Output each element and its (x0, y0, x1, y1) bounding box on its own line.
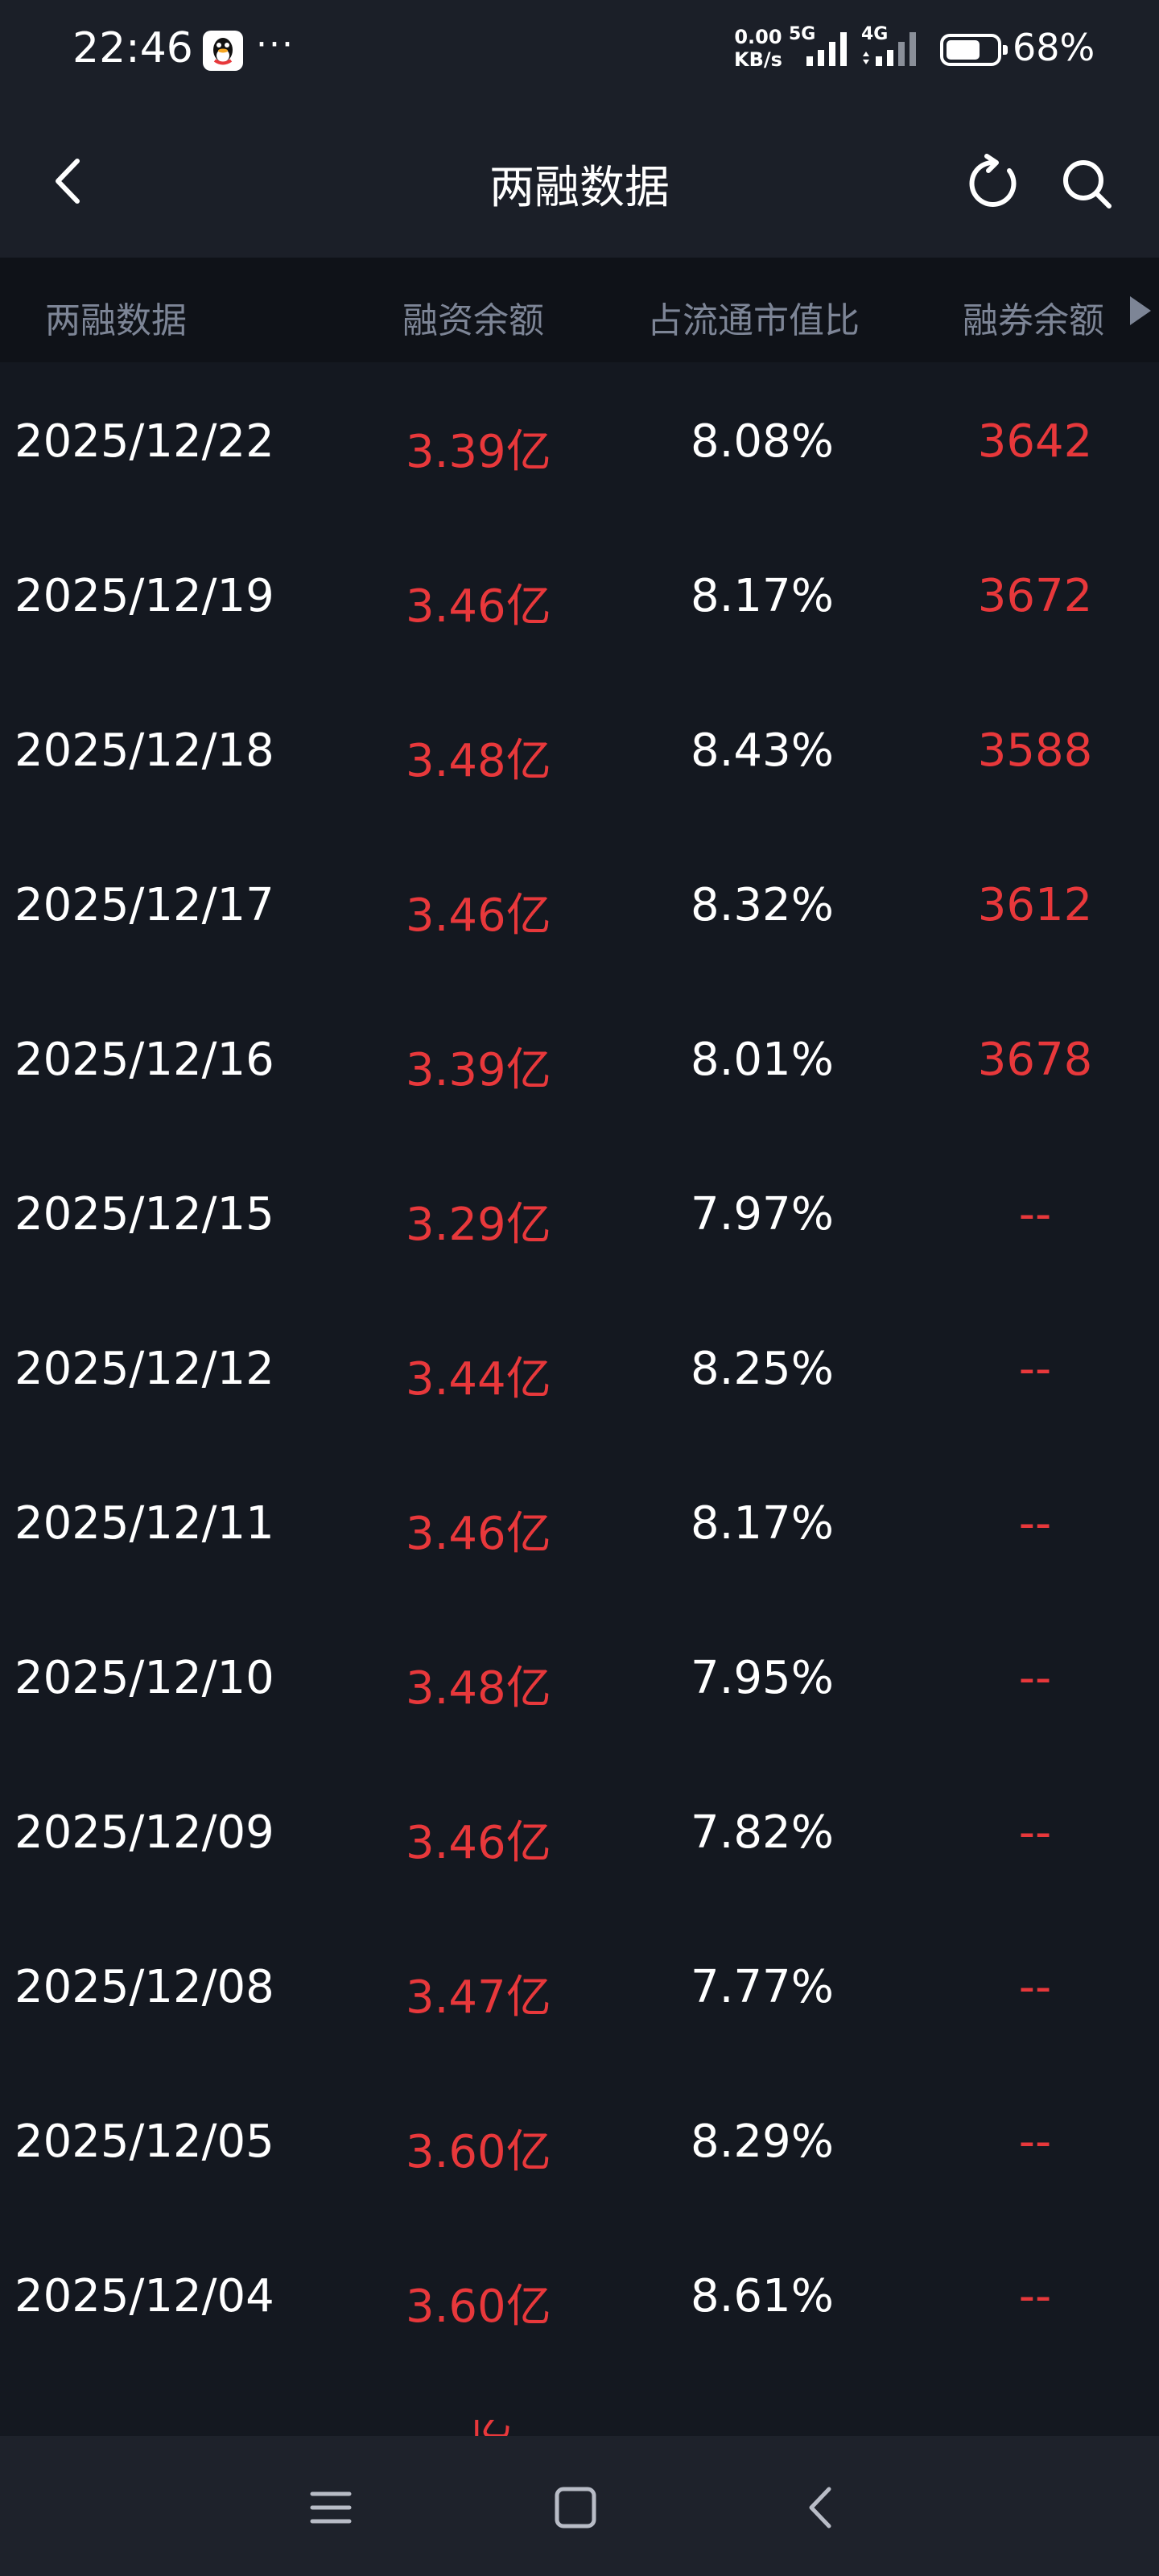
row-short-balance: -- (1018, 2116, 1052, 2168)
table-row[interactable]: 2025/12/22 3.39亿 8.08% 3642 (0, 362, 1159, 517)
row-float-ratio: 8.08% (691, 415, 834, 468)
notification-more-icon: ··· (256, 24, 295, 65)
table-row[interactable]: 2025/12/09 3.46亿 7.82% -- (0, 1753, 1159, 1908)
row-float-ratio: 8.01% (691, 1034, 834, 1086)
row-financing-balance: 3.46亿 (406, 1508, 551, 1560)
table-row[interactable]: 2025/12/04 3.60亿 8.61% -- (0, 2217, 1159, 2372)
system-nav-bar (0, 2436, 1159, 2576)
row-short-balance: -- (1018, 2270, 1052, 2322)
header-date: 两融数据 (45, 300, 187, 341)
row-date: 2025/12/17 (14, 879, 274, 931)
header-float-ratio[interactable]: 占流通市值比 (647, 291, 860, 343)
home-icon[interactable] (547, 2479, 604, 2536)
table-row[interactable]: 2025/12/15 3.29亿 7.97% -- (0, 1135, 1159, 1290)
row-short-balance: 3642 (977, 415, 1093, 468)
signal-4g-icon: 4G (860, 24, 924, 72)
row-short-balance: -- (1018, 1343, 1052, 1395)
net-speed-value: 0.00 (734, 26, 782, 48)
header-financing-balance[interactable]: 融资余额 (402, 291, 544, 343)
row-short-balance: -- (1018, 1188, 1052, 1241)
header-short-balance[interactable]: 融券余额 (963, 291, 1104, 343)
row-float-ratio: 7.97% (691, 1188, 834, 1241)
table-row[interactable]: 2025/12/11 3.46亿 8.17% -- (0, 1444, 1159, 1599)
signal-5g-icon: 5G (789, 24, 853, 72)
nav-bar: 两融数据 (0, 105, 1159, 258)
data-table: 2025/12/22 3.39亿 8.08% 3642 2025/12/19 3.46亿 8… (0, 362, 1159, 2372)
net-speed-unit: KB/s (734, 48, 782, 71)
table-row[interactable]: 2025/12/05 3.60亿 8.29% -- (0, 2062, 1159, 2217)
row-date: 2025/12/05 (14, 2116, 274, 2168)
row-date: 2025/12/16 (14, 1034, 274, 1086)
row-float-ratio: 8.25% (691, 1343, 834, 1395)
row-date: 2025/12/08 (14, 1961, 274, 2013)
row-float-ratio: 8.43% (691, 724, 834, 777)
battery-level (947, 40, 980, 60)
row-short-balance: 3672 (977, 570, 1093, 622)
row-financing-balance: 3.39亿 (406, 1044, 551, 1096)
row-float-ratio: 8.29% (691, 2116, 834, 2168)
battery-tip (1003, 45, 1008, 55)
row-short-balance: -- (1018, 1497, 1052, 1550)
row-short-balance: -- (1018, 1806, 1052, 1859)
status-bar: 22:46 ··· 0.00 KB/s 5G 4G 68% (0, 0, 1159, 105)
battery-icon (940, 34, 1008, 66)
row-date: 2025/12/19 (14, 570, 274, 622)
row-financing-balance: 3.46亿 (406, 580, 551, 633)
row-float-ratio: 7.82% (691, 1806, 834, 1859)
status-time: 22:46 (72, 24, 193, 72)
row-float-ratio: 8.61% (691, 2270, 834, 2322)
row-financing-balance: 3.29亿 (406, 1199, 551, 1251)
menu-icon[interactable] (303, 2479, 359, 2536)
row-date: 2025/12/12 (14, 1343, 274, 1395)
row-float-ratio: 7.77% (691, 1961, 834, 2013)
back-nav-icon[interactable] (794, 2479, 850, 2536)
row-date: 2025/12/10 (14, 1652, 274, 1704)
table-row[interactable]: 2025/12/08 3.47亿 7.77% -- (0, 1908, 1159, 2062)
net-speed: 0.00 KB/s (734, 26, 782, 71)
row-financing-balance: 3.60亿 (406, 2281, 551, 2333)
row-date: 2025/12/22 (14, 415, 274, 468)
table-row[interactable]: 2025/12/12 3.44亿 8.25% -- (0, 1290, 1159, 1444)
row-financing-balance: 3.46亿 (406, 890, 551, 942)
row-short-balance: 3612 (977, 879, 1093, 931)
table-row[interactable]: 2025/12/10 3.48亿 7.95% -- (0, 1599, 1159, 1753)
row-date: 2025/12/04 (14, 2270, 274, 2322)
row-date: 2025/12/09 (14, 1806, 274, 1859)
row-financing-balance: 3.48亿 (406, 735, 551, 787)
partial-next-row: 亿 (467, 2420, 547, 2436)
partial-balance: 亿 (467, 2420, 547, 2436)
row-financing-balance: 3.46亿 (406, 1817, 551, 1869)
net-5g-label: 5G (789, 24, 816, 44)
row-financing-balance: 3.48亿 (406, 1662, 551, 1715)
battery-percent: 68% (1013, 26, 1095, 69)
search-icon[interactable] (1059, 156, 1116, 213)
row-date: 2025/12/15 (14, 1188, 274, 1241)
table-header: 两融数据 融资余额 占流通市值比 融券余额 (0, 258, 1159, 362)
row-short-balance: -- (1018, 1961, 1052, 2013)
refresh-icon[interactable] (963, 153, 1024, 214)
row-short-balance: -- (1018, 1652, 1052, 1704)
row-short-balance: 3678 (977, 1034, 1093, 1086)
row-financing-balance: 3.39亿 (406, 426, 551, 478)
row-financing-balance: 3.47亿 (406, 1971, 551, 2024)
table-row[interactable]: 2025/12/16 3.39亿 8.01% 3678 (0, 980, 1159, 1135)
net-4g-label: 4G (861, 24, 889, 44)
table-row[interactable]: 2025/12/18 3.48亿 8.43% 3588 (0, 671, 1159, 826)
row-date: 2025/12/18 (14, 724, 274, 777)
row-float-ratio: 7.95% (691, 1652, 834, 1704)
table-row[interactable]: 2025/12/17 3.46亿 8.32% 3612 (0, 826, 1159, 980)
row-float-ratio: 8.17% (691, 570, 834, 622)
row-float-ratio: 8.17% (691, 1497, 834, 1550)
row-financing-balance: 3.60亿 (406, 2126, 551, 2178)
row-short-balance: 3588 (977, 724, 1093, 777)
scroll-right-icon[interactable] (1130, 296, 1151, 325)
row-date: 2025/12/11 (14, 1497, 274, 1550)
qq-icon (203, 31, 243, 71)
row-financing-balance: 3.44亿 (406, 1353, 551, 1406)
table-row[interactable]: 2025/12/19 3.46亿 8.17% 3672 (0, 517, 1159, 671)
row-float-ratio: 8.32% (691, 879, 834, 931)
